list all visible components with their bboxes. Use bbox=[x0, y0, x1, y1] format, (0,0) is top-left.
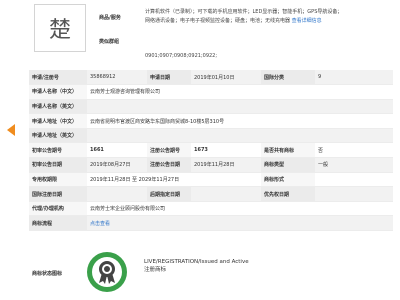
reg-pub-no-label: 注册公告期号 bbox=[147, 142, 191, 159]
trademark-header: 楚 商品/服务 计算机软件（已录制）；可下载的手机应用软件；LED显示器；智能手… bbox=[29, 0, 393, 64]
applicant-en-value bbox=[87, 99, 393, 115]
ribbon-award-icon bbox=[87, 252, 127, 292]
table-row: 商标流程 点击查看 bbox=[29, 215, 393, 232]
tm-type-label: 商标类型 bbox=[261, 157, 315, 173]
goods-services-detail-link[interactable]: 查看详细信息 bbox=[292, 18, 322, 24]
later-desig-value bbox=[191, 186, 261, 202]
similar-groups-value: 0901;0907;0908;0921;0922; bbox=[145, 53, 218, 59]
exclusive-label: 专用权期限 bbox=[29, 172, 87, 188]
prelim-date-label: 初审公告日期 bbox=[29, 157, 87, 173]
table-row: 国际注册日期 后期指定日期 优先权日期 bbox=[29, 186, 393, 202]
table-row: 代理/办理机构 云南芳士宋企业顾问股份有限公司 bbox=[29, 201, 393, 217]
status-text: LIVE/REGISTRATION/Issued and Active 注册商标 bbox=[144, 258, 249, 274]
chevron-left-icon[interactable] bbox=[7, 124, 15, 136]
goods-services-row: 商品/服务 计算机软件（已录制）；可下载的手机应用软件；LED显示器；智能手机；… bbox=[99, 8, 395, 26]
trademark-logo-text: 楚 bbox=[48, 18, 71, 43]
process-link[interactable]: 点击查看 bbox=[87, 215, 393, 232]
ribbon-award-glyph bbox=[99, 261, 115, 284]
applicant-cn-label: 申请人名称（中文） bbox=[29, 84, 87, 100]
similar-groups-row: 类似群组 bbox=[99, 38, 145, 45]
table-row: 初审公告期号 1661 注册公告期号 1673 是否共有商标 否 bbox=[29, 142, 393, 159]
table-row: 申请人名称（中文） 云南芳士观游咨询管理有限公司 bbox=[29, 84, 393, 100]
table-row: 申请人名称（英文） bbox=[29, 99, 393, 115]
shared-label: 是否共有商标 bbox=[261, 142, 315, 159]
applicant-cn-value: 云南芳士观游咨询管理有限公司 bbox=[87, 84, 393, 100]
intl-class-label: 国际分类 bbox=[261, 70, 315, 86]
intl-reg-date-label: 国际注册日期 bbox=[29, 186, 87, 202]
table-row: 初审公告日期 2019年08月27日 注册公告日期 2019年11月28日 商标… bbox=[29, 157, 393, 173]
prelim-date-value: 2019年08月27日 bbox=[87, 157, 147, 173]
reg-pub-no-value: 1673 bbox=[191, 142, 261, 159]
table-row: 申请人地址（英文） bbox=[29, 128, 393, 144]
address-en-value bbox=[87, 128, 393, 144]
similar-groups-value-row: 0901;0907;0908;0921;0922; bbox=[99, 52, 345, 61]
intl-reg-date-value bbox=[87, 186, 147, 202]
address-en-label: 申请人地址（英文） bbox=[29, 128, 87, 144]
status-section: 商标状态图标 LIVE/REGISTRATION/Issued and Acti… bbox=[29, 248, 393, 300]
priority-date-label: 优先权日期 bbox=[261, 186, 315, 202]
process-label: 商标流程 bbox=[29, 215, 87, 232]
reg-pub-date-value: 2019年11月28日 bbox=[191, 157, 261, 173]
status-line1: LIVE/REGISTRATION/Issued and Active bbox=[144, 259, 249, 265]
goods-services-line1: 计算机软件（已录制）；可下载的手机应用软件；LED显示器；智能手机；GPS导航设… bbox=[145, 9, 343, 15]
tm-form-value bbox=[315, 172, 393, 188]
table-row: 申请/注册号 35868912 申请日期 2019年01月10日 国际分类 9 bbox=[29, 70, 393, 86]
app-date-value: 2019年01月10日 bbox=[191, 70, 261, 86]
agent-value: 云南芳士宋企业顾问股份有限公司 bbox=[87, 201, 393, 217]
address-cn-label: 申请人地址（中文） bbox=[29, 113, 87, 129]
reg-no-label: 申请/注册号 bbox=[29, 70, 87, 86]
trademark-logo: 楚 bbox=[34, 4, 86, 52]
status-line2: 注册商标 bbox=[144, 267, 167, 273]
table-row: 专用权期限 2019年11月28日 至 2029年11月27日 商标形式 bbox=[29, 172, 393, 188]
prelim-no-value: 1661 bbox=[87, 142, 147, 159]
status-label: 商标状态图标 bbox=[32, 271, 63, 277]
goods-services-label: 商品/服务 bbox=[99, 15, 121, 21]
intl-class-value: 9 bbox=[315, 70, 393, 86]
similar-groups-label: 类似群组 bbox=[99, 39, 120, 45]
reg-pub-date-label: 注册公告日期 bbox=[147, 157, 191, 173]
trademark-info-table: 申请/注册号 35868912 申请日期 2019年01月10日 国际分类 9 … bbox=[29, 70, 393, 232]
trademark-detail-page: 楚 商品/服务 计算机软件（已录制）；可下载的手机应用软件；LED显示器；智能手… bbox=[29, 0, 393, 300]
applicant-en-label: 申请人名称（英文） bbox=[29, 99, 87, 115]
priority-date-value bbox=[315, 186, 393, 202]
goods-services-value: 计算机软件（已录制）；可下载的手机应用软件；LED显示器；智能手机；GPS导航设… bbox=[145, 8, 395, 26]
prelim-no-label: 初审公告期号 bbox=[29, 142, 87, 159]
later-desig-label: 后期指定日期 bbox=[147, 186, 191, 202]
reg-no-value: 35868912 bbox=[87, 70, 147, 86]
shared-value: 否 bbox=[315, 142, 393, 159]
address-cn-value: 云南省昆明市官渡区商安路华东国际商贸城8-10楼5层310号 bbox=[87, 113, 393, 129]
tm-form-label: 商标形式 bbox=[261, 172, 315, 188]
table-row: 申请人地址（中文） 云南省昆明市官渡区商安路华东国际商贸城8-10楼5层310号 bbox=[29, 113, 393, 129]
app-date-label: 申请日期 bbox=[147, 70, 191, 86]
goods-services-line2: 网络通讯设备；电子电子视频监控设备；硬盘；电池；无线充电器 bbox=[145, 18, 291, 24]
tm-type-value: 一般 bbox=[315, 157, 393, 173]
agent-label: 代理/办理机构 bbox=[29, 201, 87, 217]
exclusive-value: 2019年11月28日 至 2029年11月27日 bbox=[87, 172, 261, 188]
